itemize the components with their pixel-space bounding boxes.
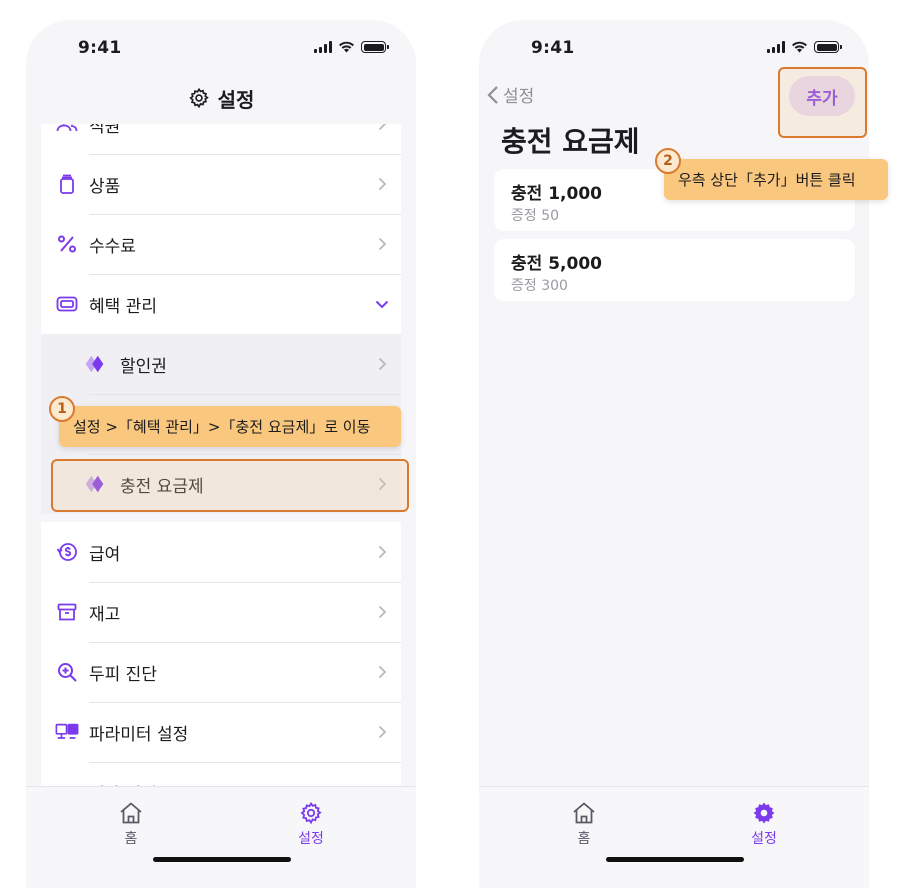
salary-icon (55, 540, 79, 564)
tab-label: 홈 (124, 831, 138, 847)
menu-item-discount-coupon[interactable]: 할인권 (41, 334, 401, 394)
tab-bar: 홈 설정 (26, 786, 416, 888)
battery-icon (814, 41, 842, 53)
wifi-icon (792, 41, 807, 53)
menu-item-scalp-diagnosis[interactable]: 두피 진단 (41, 642, 401, 702)
menu-label: 혜택 관리 (89, 296, 157, 317)
highlight-add-button (778, 67, 867, 138)
highlight-charge-plan (51, 459, 409, 512)
plan-name: 충전 1,000 (511, 184, 602, 204)
cellular-signal-icon (767, 41, 785, 53)
chevron-right-icon (375, 665, 389, 679)
settings-header: 설정 (26, 78, 416, 118)
gear-icon (753, 802, 775, 824)
chevron-right-icon (375, 177, 389, 191)
menu-label: 수수료 (89, 236, 136, 257)
back-label: 설정 (503, 87, 535, 107)
menu-label: 파라미터 설정 (89, 724, 189, 745)
back-button[interactable]: 설정 (487, 82, 534, 107)
home-indicator (153, 857, 291, 862)
gear-icon (300, 801, 322, 825)
coupon-icon (83, 352, 107, 376)
instruction-callout: 우측 상단「추가」버튼 클릭 (664, 159, 888, 200)
chevron-right-icon (375, 237, 389, 251)
menu-label: 재고 (89, 604, 121, 625)
page-title: 설정 (217, 87, 255, 112)
menu-item-parameter-settings[interactable]: 파라미터 설정 (41, 702, 401, 762)
settings-menu-list: 직원 상품 수수료 혜택 관리 할인권 충전 요금제 급여 재고 두피 진단 파… (41, 124, 401, 788)
step-badge: 1 (49, 396, 75, 422)
tab-settings[interactable]: 설정 (724, 801, 804, 848)
menu-item-product[interactable]: 상품 (41, 154, 401, 214)
callout-text: 우측 상단「추가」버튼 클릭 (678, 171, 856, 189)
tab-bar: 홈 설정 (479, 786, 869, 888)
tab-label: 설정 (751, 831, 777, 847)
plan-name: 충전 5,000 (511, 254, 602, 274)
tab-settings[interactable]: 설정 (271, 801, 351, 848)
page-title: 충전 요금제 (501, 125, 640, 158)
menu-item-inventory[interactable]: 재고 (41, 582, 401, 642)
gear-icon (188, 87, 209, 109)
instruction-callout: 설정 >「혜택 관리」>「충전 요금제」로 이동 (59, 406, 401, 447)
callout-text: 설정 >「혜택 관리」>「충전 요금제」로 이동 (73, 418, 371, 436)
ticket-icon (55, 292, 79, 316)
battery-icon (361, 41, 389, 53)
plan-bonus: 증정 300 (511, 278, 568, 294)
inventory-icon (55, 600, 79, 624)
parameter-icon (55, 720, 79, 744)
home-indicator (606, 857, 744, 862)
settings-screen: 9:41 설정 직원 상품 수수료 혜택 관리 할인권 충전 요금제 급여 재고… (26, 20, 416, 888)
tab-home[interactable]: 홈 (91, 801, 171, 848)
chevron-right-icon (375, 725, 389, 739)
menu-item-salary[interactable]: 급여 (41, 522, 401, 582)
step-badge: 2 (655, 148, 681, 174)
menu-label: 직원 (89, 124, 121, 137)
menu-item-etc-settings[interactable]: 기타 설정 (41, 762, 401, 788)
chevron-right-icon (375, 124, 389, 131)
tab-label: 홈 (577, 831, 591, 847)
scalp-diagnosis-icon (55, 660, 79, 684)
home-icon (120, 802, 142, 824)
menu-label: 급여 (89, 544, 121, 565)
percent-icon (55, 232, 79, 256)
chevron-right-icon (375, 545, 389, 559)
wifi-icon (339, 41, 354, 53)
chevron-right-icon (375, 605, 389, 619)
menu-item-staff[interactable]: 직원 (41, 124, 401, 154)
menu-item-commission[interactable]: 수수료 (41, 214, 401, 274)
plan-bonus: 증정 50 (511, 208, 560, 224)
tab-home[interactable]: 홈 (544, 801, 624, 848)
menu-label: 상품 (89, 176, 121, 197)
menu-item-benefit-management[interactable]: 혜택 관리 (41, 274, 401, 334)
cellular-signal-icon (314, 41, 332, 53)
menu-label: 할인권 (120, 356, 167, 377)
product-icon (55, 172, 79, 196)
users-icon (55, 124, 79, 136)
chevron-right-icon (375, 357, 389, 371)
home-icon (573, 802, 595, 824)
status-time: 9:41 (531, 38, 575, 58)
menu-label: 두피 진단 (89, 664, 157, 685)
chevron-down-icon (375, 297, 389, 311)
status-bar: 9:41 (26, 20, 416, 76)
status-time: 9:41 (78, 38, 122, 58)
plan-card[interactable]: 충전 5,000 증정 300 (494, 239, 855, 301)
chevron-left-icon (487, 85, 498, 104)
tab-label: 설정 (298, 831, 324, 847)
